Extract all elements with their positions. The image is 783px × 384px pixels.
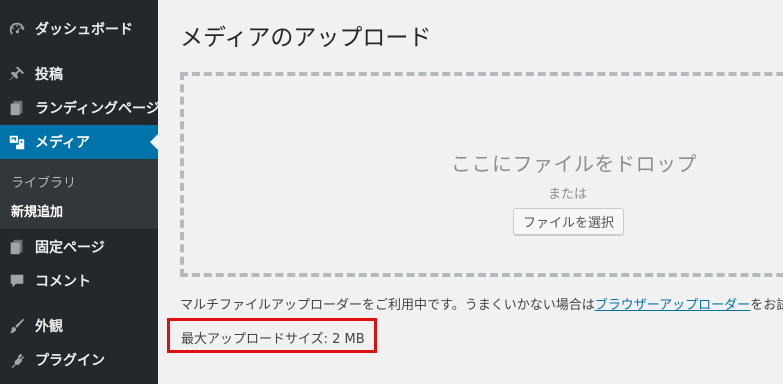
active-indicator-arrow [150, 134, 158, 150]
submenu-item-add-new[interactable]: 新規追加 [11, 201, 63, 220]
pin-icon [8, 65, 26, 83]
plugin-icon [8, 351, 26, 369]
select-files-button[interactable]: ファイルを選択 [513, 208, 624, 235]
sidebar-item-appearance[interactable]: 外観 [0, 309, 158, 343]
pages-icon [8, 238, 26, 256]
page-title: メディアのアップロード [180, 25, 432, 51]
highlight-box [167, 318, 377, 353]
sidebar-item-fixed-pages[interactable]: 固定ページ [0, 230, 158, 264]
sidebar-item-label: 投稿 [35, 67, 63, 83]
sidebar-item-label: 外観 [35, 319, 63, 335]
sidebar-item-label: プラグイン [35, 353, 105, 369]
browser-uploader-link[interactable]: ブラウザーアップローダー [595, 298, 750, 313]
sidebar-item-label: コメント [35, 274, 91, 290]
sidebar-item-label: ランディングページ [35, 101, 158, 117]
uploader-help-text: マルチファイルアップローダーをご利用中です。うまくいかない場合はブラウザーアップ… [180, 294, 783, 313]
help-text-suffix: をお試 [750, 298, 783, 313]
sidebar-item-plugins[interactable]: プラグイン [0, 343, 158, 377]
pages-icon [8, 99, 26, 117]
dashboard-icon [8, 20, 26, 38]
sidebar-item-label: 固定ページ [35, 240, 105, 256]
sidebar-item-comments[interactable]: コメント [0, 264, 158, 298]
sidebar-item-media[interactable]: メディア [0, 125, 158, 159]
sidebar-item-posts[interactable]: 投稿 [0, 57, 158, 91]
drop-zone-title: ここにファイルをドロップ [451, 152, 697, 176]
submenu-item-library[interactable]: ライブラリ [11, 172, 76, 191]
drop-zone-or-text: または [548, 187, 588, 202]
admin-sidebar: ダッシュボード 投稿 ランディングページ メディア ライブラリ 新規追加 固定ペ… [0, 0, 158, 384]
sidebar-item-dashboard[interactable]: ダッシュボード [0, 12, 158, 46]
sidebar-item-label: メディア [35, 135, 91, 151]
media-submenu: ライブラリ 新規追加 [0, 159, 158, 229]
comment-icon [8, 272, 26, 290]
help-text-prefix: マルチファイルアップローダーをご利用中です。うまくいかない場合は [180, 298, 595, 313]
brush-icon [8, 317, 26, 335]
sidebar-item-landing-pages[interactable]: ランディングページ [0, 91, 158, 125]
sidebar-item-label: ダッシュボード [35, 22, 133, 38]
media-icon [8, 133, 26, 151]
